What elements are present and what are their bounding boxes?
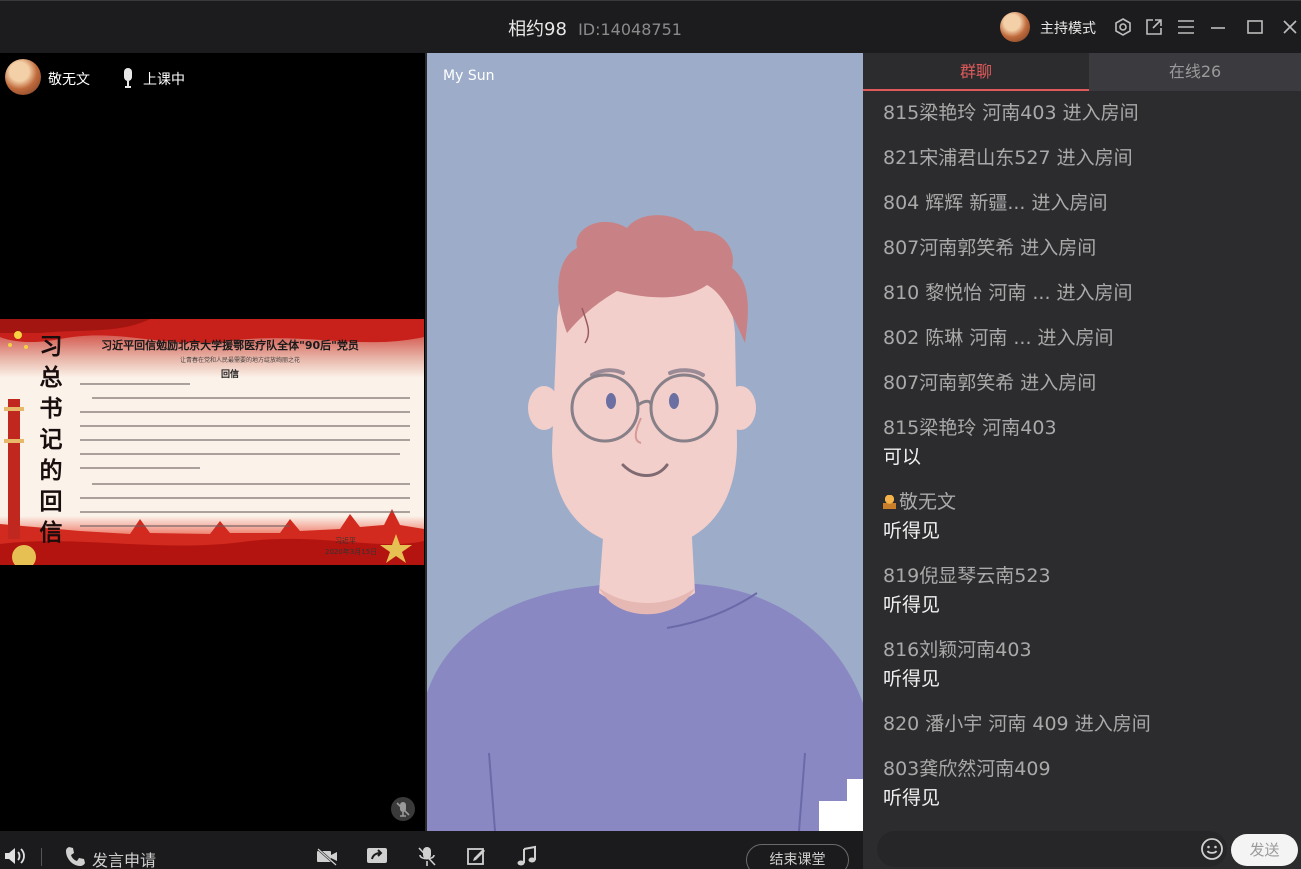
slide-reply-label: 回信	[220, 370, 239, 380]
slide-text-line	[80, 467, 200, 469]
chat-entry: 820 潘小宇 河南 409 进入房间	[883, 713, 1151, 735]
settings-icon[interactable]	[1112, 16, 1134, 38]
chat-entry: 821宋浦君山东527 进入房间	[883, 147, 1133, 169]
speak-request-button[interactable]: 发言申请	[92, 847, 156, 869]
chat-message: 听得见	[883, 668, 941, 690]
slide-text-line	[92, 397, 410, 399]
class-status: 上课中	[143, 72, 185, 88]
chat-input[interactable]	[877, 831, 1227, 867]
slide-text-line	[80, 425, 410, 427]
slide-text-line	[80, 497, 410, 499]
close-icon[interactable]	[1279, 16, 1301, 38]
popout-icon[interactable]	[1143, 16, 1165, 38]
chat-panel: 群聊 在线26 815梁艳玲 河南403 进入房间 821宋浦君山东527 进入…	[863, 53, 1301, 869]
chat-entry: 802 陈琳 河南 ... 进入房间	[883, 327, 1114, 349]
chat-message: 听得见	[883, 520, 941, 542]
mic-muted-icon[interactable]	[391, 797, 415, 821]
bottom-toolbar: 发言申请 结束课堂	[0, 831, 863, 869]
chat-message-list[interactable]: 815梁艳玲 河南403 进入房间 821宋浦君山东527 进入房间 804 辉…	[863, 93, 1301, 827]
room-id: ID:14048751	[578, 20, 682, 39]
slide-text-line	[80, 525, 290, 527]
slide-vertical-title: 习总书记的回信	[39, 333, 63, 546]
phone-icon[interactable]	[64, 845, 88, 867]
slide-text-line	[80, 453, 400, 455]
host-mode-label[interactable]: 主持模式	[1040, 18, 1096, 38]
edit-icon[interactable]	[465, 845, 489, 867]
speaker-icon[interactable]	[3, 845, 27, 867]
chat-entry: 815梁艳玲 河南403 进入房间	[883, 102, 1139, 124]
teacher-name: 敬无文	[48, 72, 90, 88]
toolbar-separator	[41, 848, 42, 866]
slide-text-line	[92, 483, 410, 485]
chat-entry: 807河南郭笑希 进入房间	[883, 237, 1097, 259]
chat-sender: 819倪显琴云南523	[883, 565, 1051, 587]
teacher-avatar[interactable]	[5, 59, 41, 95]
chat-sender: 803龚欣然河南409	[883, 758, 1051, 780]
chat-message: 听得见	[883, 787, 941, 809]
chat-sender-teacher: 敬无文	[883, 487, 956, 514]
participant-name: My Sun	[443, 68, 495, 84]
slide-title: 习近平回信勉励北京大学援鄂医疗队全体"90后"党员	[101, 339, 359, 352]
chat-entry: 810 黎悦怡 河南 ... 进入房间	[883, 282, 1133, 304]
screen-share-icon[interactable]	[365, 845, 389, 867]
chat-message: 听得见	[883, 594, 941, 616]
slide-date: 2020年3月15日	[325, 548, 378, 556]
microphone-icon	[124, 68, 132, 88]
end-class-button[interactable]: 结束课堂	[746, 844, 849, 869]
slide-text-line	[80, 511, 410, 513]
emoji-icon[interactable]	[1200, 837, 1224, 861]
chat-entry: 807河南郭笑希 进入房间	[883, 372, 1097, 394]
room-name: 相约98	[508, 19, 567, 40]
avatar-illustration	[427, 215, 863, 831]
host-avatar[interactable]	[1000, 12, 1030, 42]
slide-text-line	[80, 411, 410, 413]
slide-text-line	[80, 383, 190, 385]
slide-signature: 习近平	[335, 537, 356, 545]
student-video[interactable]: My Sun	[427, 53, 863, 831]
title-bar: 相约98 ID:14048751 主持模式	[0, 0, 1301, 53]
shared-slide: 习总书记的回信 习近平回信勉励北京大学援鄂医疗队全体"90后"党员 让青春在党和…	[0, 319, 424, 565]
tab-group-chat[interactable]: 群聊	[863, 53, 1089, 91]
slide-subtitle: 让青春在党和人民最需要的地方绽放绚丽之花	[179, 357, 300, 364]
teacher-panel: 敬无文 上课中 习总书记的回信 习近平回信勉励北京大学援鄂医疗队全体"90后"党…	[0, 53, 425, 831]
maximize-icon[interactable]	[1244, 16, 1266, 38]
teacher-badge-icon	[883, 495, 896, 509]
mic-off-icon[interactable]	[415, 845, 439, 867]
send-button[interactable]: 发送	[1231, 834, 1298, 866]
chat-entry: 804 辉辉 新疆... 进入房间	[883, 192, 1108, 214]
chat-message: 可以	[883, 446, 922, 468]
chat-sender-name: 敬无文	[899, 491, 957, 513]
chat-sender: 815梁艳玲 河南403	[883, 417, 1057, 439]
tab-online[interactable]: 在线26	[1089, 53, 1301, 91]
camera-off-icon[interactable]	[315, 845, 339, 867]
slide-text-line	[80, 439, 410, 441]
music-icon[interactable]	[515, 845, 539, 867]
chat-sender: 816刘颖河南403	[883, 639, 1032, 661]
classroom-window: 相约98 ID:14048751 主持模式 敬无文 上课中 习总书记的回信 习近…	[0, 0, 1301, 869]
minimize-icon[interactable]	[1207, 16, 1229, 38]
menu-icon[interactable]	[1175, 16, 1197, 38]
